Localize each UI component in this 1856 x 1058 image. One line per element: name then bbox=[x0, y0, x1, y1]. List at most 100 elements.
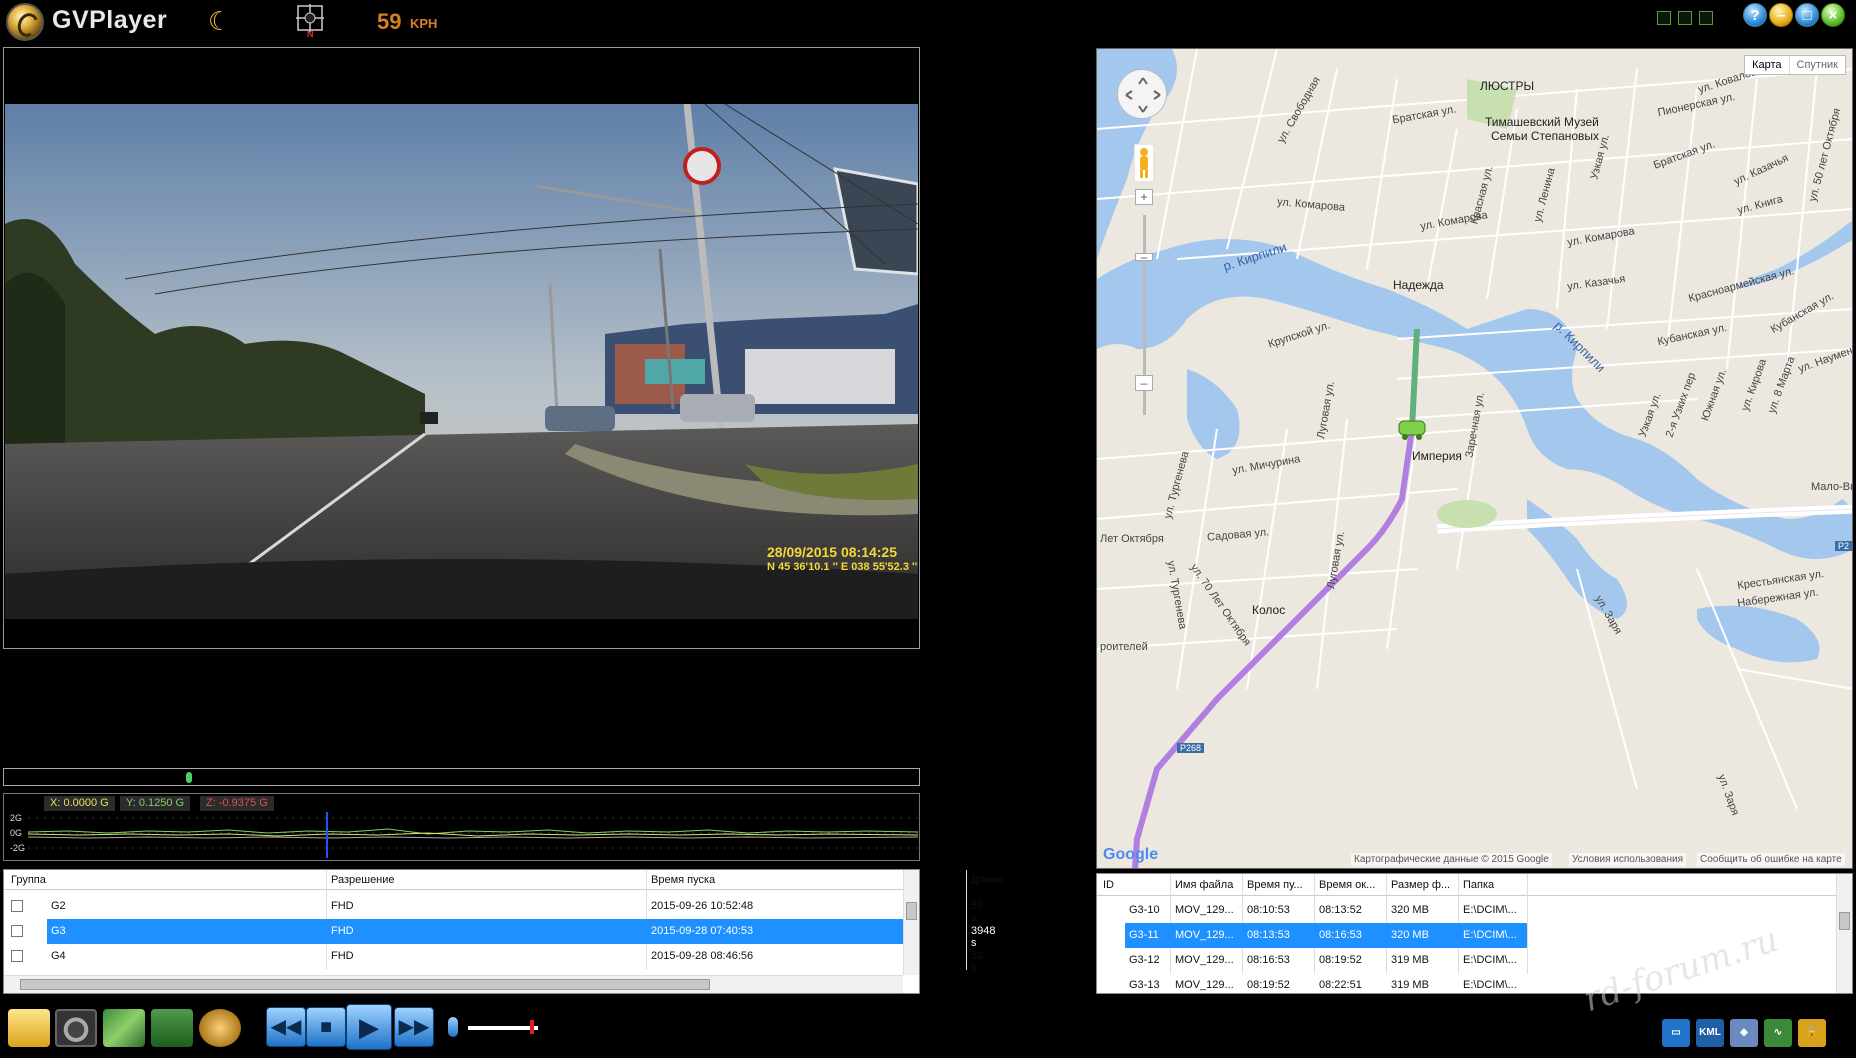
cell-start-time: 2015-09-28 07:40:53 bbox=[651, 925, 754, 937]
monitor-icon[interactable]: ▭ bbox=[1662, 1019, 1690, 1047]
column-header-length[interactable]: Длина bbox=[971, 874, 1003, 886]
layout-3-button[interactable] bbox=[1699, 11, 1713, 25]
group-table-scrollbar[interactable] bbox=[903, 870, 919, 975]
layout-1-button[interactable] bbox=[1657, 11, 1671, 25]
gsensor-z-reading: Z: -0.9375 G bbox=[200, 796, 274, 811]
fast-forward-button[interactable]: ▶▶ bbox=[394, 1007, 434, 1047]
column-header-filename[interactable]: Имя файла bbox=[1175, 879, 1233, 891]
column-header-size[interactable]: Размер ф... bbox=[1391, 879, 1450, 891]
rewind-button[interactable]: ◀◀ bbox=[266, 1007, 306, 1047]
map-view[interactable]: ЛЮСТРЫ Тимашевский Музей Семьи Степановы… bbox=[1096, 48, 1853, 869]
table-row[interactable]: G2 FHD 2015-09-26 10:52:48 59 s bbox=[4, 894, 983, 924]
volume-slider-handle[interactable] bbox=[530, 1020, 534, 1034]
cell-start-time: 2015-09-26 10:52:48 bbox=[651, 900, 754, 912]
lock-icon[interactable]: 🔒 bbox=[1798, 1019, 1826, 1047]
gsensor-x-reading: X: 0.0000 G bbox=[44, 796, 115, 811]
map-label: Колос bbox=[1252, 603, 1286, 617]
street-view-pegman-icon[interactable] bbox=[1134, 144, 1154, 182]
google-logo: Google bbox=[1103, 846, 1159, 863]
cell-size: 319 MB bbox=[1391, 954, 1429, 966]
speed-unit: KPH bbox=[410, 16, 438, 31]
recycle-icon[interactable] bbox=[151, 1009, 193, 1047]
cell-end: 08:19:52 bbox=[1319, 954, 1362, 966]
playback-progress-bar[interactable] bbox=[3, 768, 920, 786]
column-header-start[interactable]: Время пу... bbox=[1247, 879, 1303, 891]
table-row[interactable]: G3-10 MOV_129... 08:10:53 08:13:52 320 M… bbox=[1097, 898, 1837, 923]
column-header-start-time[interactable]: Время пуска bbox=[651, 874, 715, 886]
cell-start: 08:19:52 bbox=[1247, 979, 1290, 991]
group-table-hscrollbar[interactable] bbox=[4, 975, 903, 993]
row-checkbox[interactable] bbox=[11, 925, 23, 937]
group-table[interactable]: Группа Разрешение Время пуска Длина G2 F… bbox=[3, 869, 1003, 994]
stop-button[interactable]: ■ bbox=[306, 1007, 346, 1047]
column-header-id[interactable]: ID bbox=[1103, 879, 1114, 891]
playback-position-marker[interactable] bbox=[186, 772, 192, 783]
map-icon[interactable]: ◈ bbox=[1730, 1019, 1758, 1047]
snapshot-camera-icon[interactable] bbox=[55, 1009, 97, 1047]
export-video-icon[interactable] bbox=[103, 1009, 145, 1047]
video-player[interactable]: 28/09/2015 08:14:25 N 45 36'10.1 '' E 03… bbox=[3, 47, 920, 649]
column-header-resolution[interactable]: Разрешение bbox=[331, 874, 395, 886]
cell-end: 08:16:53 bbox=[1319, 929, 1362, 941]
app-logo-icon bbox=[6, 3, 44, 41]
row-checkbox[interactable] bbox=[11, 950, 23, 962]
map-label: Тимашевский Музей bbox=[1485, 115, 1599, 129]
row-checkbox[interactable] bbox=[11, 900, 23, 912]
gsensor-waveform bbox=[28, 812, 918, 858]
cell-start: 08:16:53 bbox=[1247, 954, 1290, 966]
hscrollbar-thumb[interactable] bbox=[20, 979, 710, 990]
file-table-header: ID Имя файла Время пу... Время ок... Раз… bbox=[1097, 874, 1837, 896]
chart-icon[interactable]: ∿ bbox=[1764, 1019, 1792, 1047]
cell-length: 52 s bbox=[971, 950, 984, 974]
column-header-group[interactable]: Группа bbox=[11, 874, 46, 886]
cell-end: 08:22:51 bbox=[1319, 979, 1362, 991]
scrollbar-thumb[interactable] bbox=[1839, 912, 1850, 930]
layout-2-button[interactable] bbox=[1678, 11, 1692, 25]
column-header-folder[interactable]: Папка bbox=[1463, 879, 1494, 891]
map-type-satellite-button[interactable]: Спутник bbox=[1788, 56, 1845, 74]
table-row[interactable]: G3 FHD 2015-09-28 07:40:53 3948 s bbox=[4, 919, 995, 949]
cell-id: G3-10 bbox=[1129, 904, 1160, 916]
file-table-scrollbar[interactable] bbox=[1836, 874, 1852, 993]
cell-start: 08:13:53 bbox=[1247, 929, 1290, 941]
vehicle-marker-icon bbox=[1398, 420, 1426, 436]
close-button[interactable]: × bbox=[1821, 3, 1845, 27]
settings-compass-icon[interactable] bbox=[199, 1009, 241, 1047]
bottom-toolbar: ◀◀ ■ ▶ ▶▶ ▭ KML ◈ ∿ 🔒 bbox=[0, 997, 1856, 1058]
maximize-button[interactable]: □ bbox=[1795, 3, 1819, 27]
cell-size: 320 MB bbox=[1391, 904, 1429, 916]
column-header-end[interactable]: Время ок... bbox=[1319, 879, 1375, 891]
map-canvas[interactable] bbox=[1097, 49, 1853, 869]
cell-length: 3948 s bbox=[971, 925, 996, 949]
cell-filename: MOV_129... bbox=[1175, 979, 1234, 991]
cell-id: G3-13 bbox=[1129, 979, 1160, 991]
volume-slider[interactable] bbox=[468, 1026, 538, 1030]
play-button[interactable]: ▶ bbox=[346, 1004, 392, 1050]
zoom-slider-handle[interactable]: – bbox=[1135, 251, 1153, 263]
table-row[interactable]: G4 FHD 2015-09-28 08:46:56 52 s bbox=[4, 944, 983, 974]
map-pan-control[interactable] bbox=[1117, 69, 1167, 119]
night-mode-icon[interactable]: ☾ bbox=[208, 6, 231, 37]
map-type-map-button[interactable]: Карта bbox=[1745, 56, 1788, 74]
help-button[interactable]: ? bbox=[1743, 3, 1767, 27]
cell-end: 08:13:52 bbox=[1319, 904, 1362, 916]
cell-resolution: FHD bbox=[331, 900, 354, 912]
compass-icon[interactable]: N bbox=[294, 2, 326, 38]
top-bar: GVPlayer ☾ N 59 KPH ? – □ × bbox=[0, 0, 1856, 44]
cell-folder: E:\DCIM\... bbox=[1463, 929, 1517, 941]
gsensor-scale-top: 2G bbox=[10, 813, 23, 823]
zoom-in-button[interactable]: + bbox=[1135, 189, 1153, 205]
map-terms-link[interactable]: Условия использования bbox=[1569, 853, 1686, 866]
minimize-button[interactable]: – bbox=[1769, 3, 1793, 27]
map-label: Империя bbox=[1412, 449, 1462, 463]
cell-folder: E:\DCIM\... bbox=[1463, 904, 1517, 916]
scrollbar-thumb[interactable] bbox=[906, 902, 917, 920]
volume-icon[interactable] bbox=[448, 1017, 458, 1037]
map-report-link[interactable]: Сообщить об ошибке на карте bbox=[1697, 853, 1845, 866]
open-folder-icon[interactable] bbox=[8, 1009, 50, 1047]
cell-resolution: FHD bbox=[331, 950, 354, 962]
cell-start: 08:10:53 bbox=[1247, 904, 1290, 916]
kml-export-button[interactable]: KML bbox=[1696, 1019, 1724, 1047]
zoom-out-button[interactable]: – bbox=[1135, 375, 1153, 391]
gsensor-graph[interactable]: X: 0.0000 G Y: 0.1250 G Z: -0.9375 G 2G … bbox=[3, 793, 920, 861]
